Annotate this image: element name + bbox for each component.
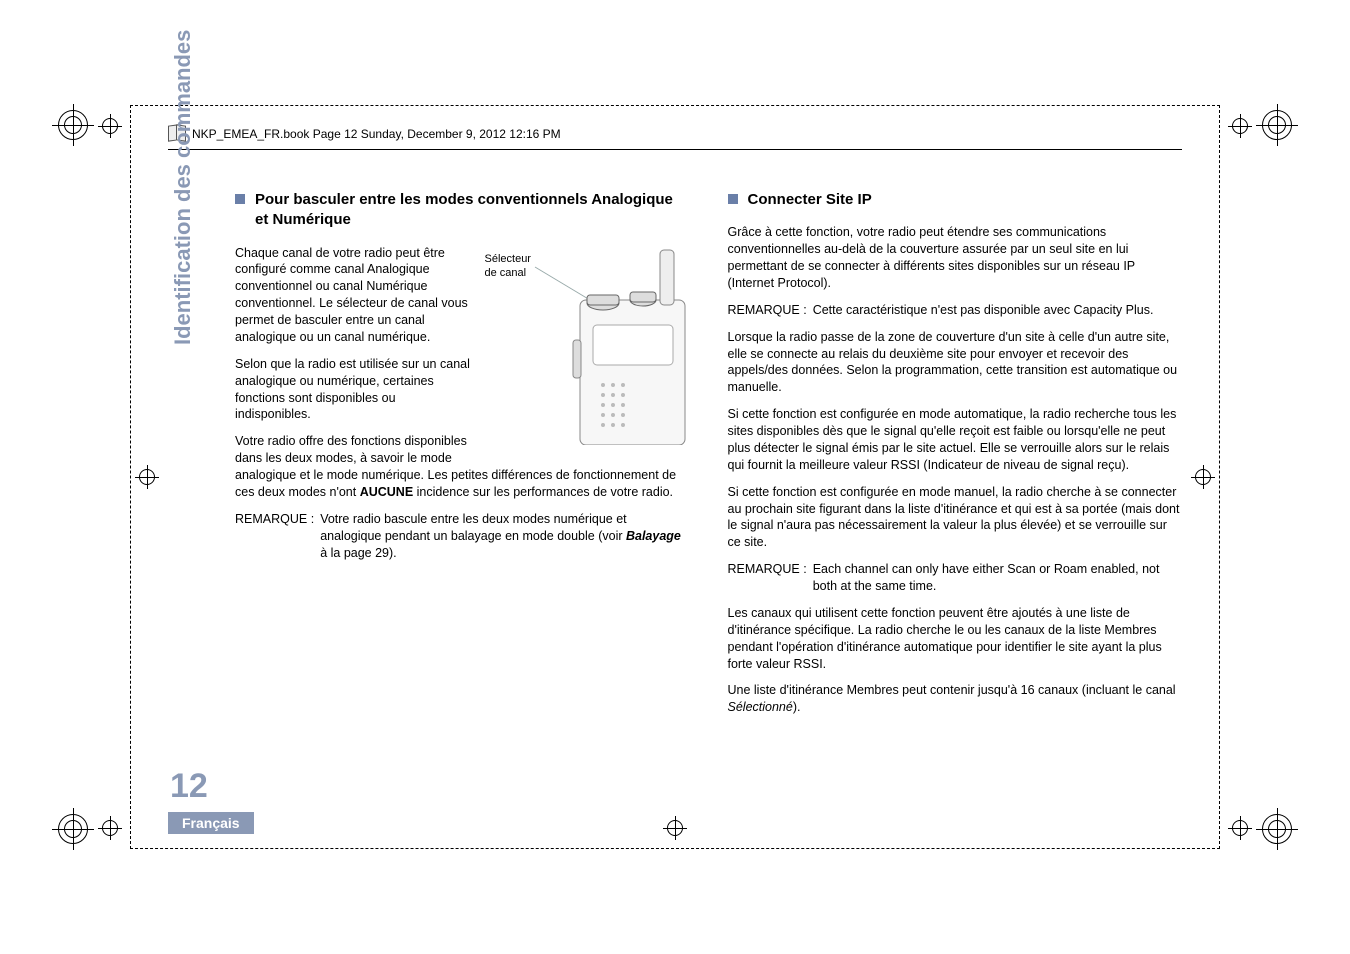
- language-tab: Français: [168, 812, 254, 834]
- side-tab-title: Identification des commandes: [170, 30, 196, 345]
- content-area: Pour basculer entre les modes convention…: [235, 190, 1182, 804]
- section-bullet-icon: [235, 194, 245, 204]
- print-cross-mark: [1228, 816, 1252, 840]
- document-header: NKP_EMEA_FR.book Page 12 Sunday, Decembe…: [168, 125, 1182, 150]
- figure-label-line1: Sélecteur: [485, 253, 531, 266]
- print-registration-mark: [58, 110, 88, 140]
- right-remarque-2: REMARQUE : Each channel can only have ei…: [728, 561, 1183, 595]
- print-registration-mark: [58, 814, 88, 844]
- right-column: Connecter Site IP Grâce à cette fonction…: [728, 190, 1183, 804]
- page-number: 12: [170, 767, 208, 806]
- left-title-text: Pour basculer entre les modes convention…: [255, 190, 690, 231]
- print-cross-mark: [98, 816, 122, 840]
- header-filename: NKP_EMEA_FR.book Page 12 Sunday, Decembe…: [192, 127, 561, 141]
- left-section-title: Pour basculer entre les modes convention…: [235, 190, 690, 231]
- right-para-5: Les canaux qui utilisent cette fonction …: [728, 605, 1183, 673]
- remarque-label: REMARQUE :: [728, 302, 807, 319]
- figure-label-line2: de canal: [485, 267, 527, 280]
- print-registration-mark: [1262, 110, 1292, 140]
- right-para-2: Lorsque la radio passe de la zone de cou…: [728, 329, 1183, 397]
- right-para-3: Si cette fonction est configurée en mode…: [728, 406, 1183, 474]
- right-para-6: Une liste d'itinérance Membres peut cont…: [728, 682, 1183, 716]
- remarque-label: REMARQUE :: [728, 561, 807, 595]
- remarque-body: Each channel can only have either Scan o…: [813, 561, 1182, 595]
- print-cross-mark: [1228, 114, 1252, 138]
- print-registration-mark: [1262, 814, 1292, 844]
- left-remarque: REMARQUE : Votre radio bascule entre les…: [235, 511, 690, 562]
- right-para-1: Grâce à cette fonction, votre radio peut…: [728, 224, 1183, 292]
- remarque-body: Votre radio bascule entre les deux modes…: [320, 511, 689, 562]
- section-bullet-icon: [728, 194, 738, 204]
- remarque-body: Cette caractéristique n'est pas disponib…: [813, 302, 1154, 319]
- right-title-text: Connecter Site IP: [748, 190, 872, 210]
- right-section-title: Connecter Site IP: [728, 190, 1183, 210]
- print-cross-mark: [98, 114, 122, 138]
- remarque-label: REMARQUE :: [235, 511, 314, 562]
- right-remarque-1: REMARQUE : Cette caractéristique n'est p…: [728, 302, 1183, 319]
- right-para-4: Si cette fonction est configurée en mode…: [728, 484, 1183, 552]
- left-column: Pour basculer entre les modes convention…: [235, 190, 690, 804]
- radio-figure: Sélecteur de canal: [485, 245, 690, 445]
